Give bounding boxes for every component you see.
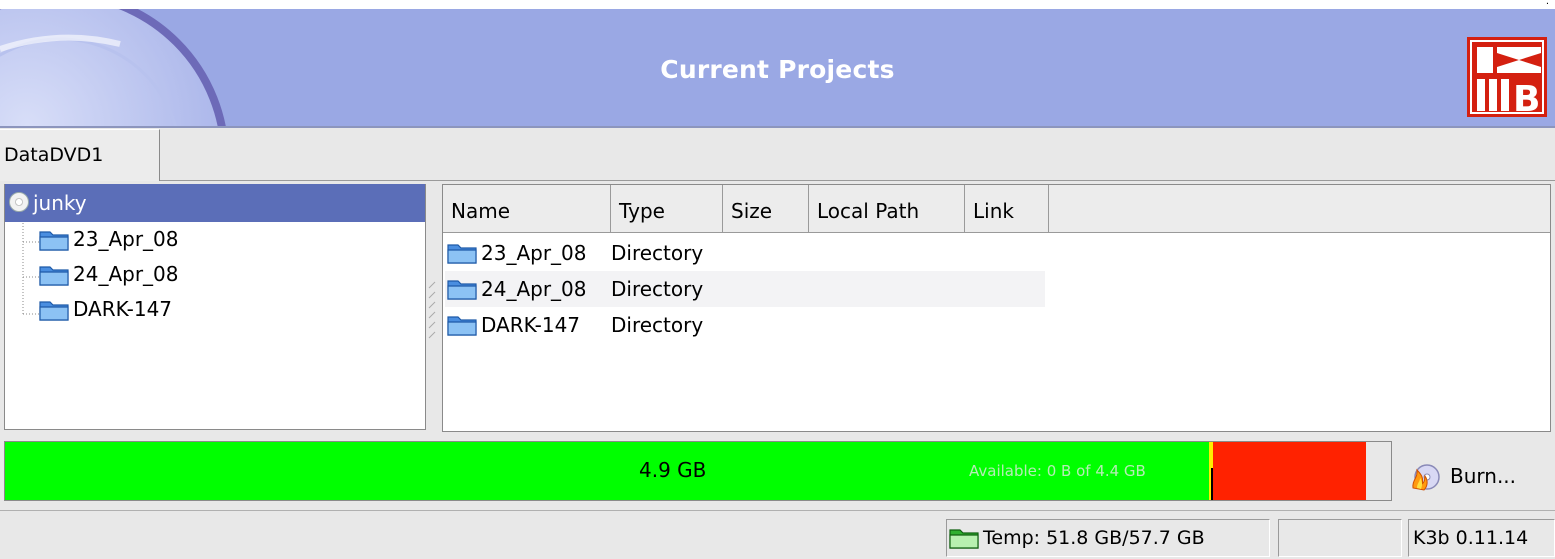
folder-icon xyxy=(447,280,477,300)
project-tree: junky 23_Apr_08 24_Apr_08 DARK-147 xyxy=(4,184,426,430)
list-item[interactable]: 24_Apr_08 Directory xyxy=(445,271,1045,307)
status-version: K3b 0.11.14 xyxy=(1408,519,1555,557)
splitter-handle[interactable] xyxy=(428,280,436,340)
status-temp-label: Temp: 51.8 GB/57.7 GB xyxy=(983,527,1205,549)
list-header: Name Type Size Local Path Link xyxy=(443,185,1550,233)
capacity-overflow-fill xyxy=(1208,442,1367,500)
capacity-tick xyxy=(1211,468,1213,500)
folder-icon xyxy=(447,244,477,264)
list-item-type: Directory xyxy=(611,277,704,301)
tree-item-label: junky xyxy=(33,191,87,215)
list-item-type: Directory xyxy=(611,313,704,337)
corner-marker: · xyxy=(1545,0,1549,10)
file-list: Name Type Size Local Path Link 23_Apr_08… xyxy=(442,184,1551,432)
top-strip: · xyxy=(0,0,1555,10)
tab-datadvd1[interactable]: DataDVD1 xyxy=(0,129,160,181)
column-header-local-path[interactable]: Local Path xyxy=(809,185,965,232)
tree-item-junky[interactable]: junky xyxy=(5,184,425,222)
list-item-name: DARK-147 xyxy=(481,313,581,337)
cd-icon xyxy=(9,192,29,212)
k3b-logo: B xyxy=(1467,37,1547,117)
tree-item-23-apr-08[interactable]: 23_Apr_08 xyxy=(5,222,425,257)
tree-item-24-apr-08[interactable]: 24_Apr_08 xyxy=(5,257,425,292)
project-tab-bar: DataDVD1 xyxy=(0,128,1555,181)
svg-text:B: B xyxy=(1513,79,1540,117)
projects-banner: Current Projects B xyxy=(0,9,1555,128)
status-temp: Temp: 51.8 GB/57.7 GB xyxy=(946,519,1270,557)
folder-icon xyxy=(39,301,69,321)
capacity-bar[interactable]: 4.9 GB Available: 0 B of 4.4 GB xyxy=(4,441,1392,501)
burn-button[interactable]: Burn... xyxy=(1410,458,1516,494)
burn-icon xyxy=(1412,464,1440,491)
capacity-used-label: 4.9 GB xyxy=(639,458,707,482)
status-bar: Temp: 51.8 GB/57.7 GB K3b 0.11.14 xyxy=(0,510,1555,559)
folder-icon xyxy=(447,316,477,336)
status-empty xyxy=(1278,519,1402,557)
column-header-name[interactable]: Name xyxy=(443,185,611,232)
burn-button-label: Burn... xyxy=(1450,464,1517,488)
folder-icon xyxy=(39,266,69,286)
list-item-type: Directory xyxy=(611,241,704,265)
folder-icon xyxy=(949,529,979,549)
column-header-size[interactable]: Size xyxy=(723,185,809,232)
tree-item-dark-147[interactable]: DARK-147 xyxy=(5,292,425,327)
page-title: Current Projects xyxy=(660,55,895,84)
column-header-link[interactable]: Link xyxy=(965,185,1049,232)
list-item-name: 24_Apr_08 xyxy=(481,277,587,301)
capacity-area: 4.9 GB Available: 0 B of 4.4 GB Burn... xyxy=(0,436,1555,506)
folder-icon xyxy=(39,231,69,251)
list-item-name: 23_Apr_08 xyxy=(481,241,587,265)
capacity-available-label: Available: 0 B of 4.4 GB xyxy=(969,462,1146,480)
column-header-type[interactable]: Type xyxy=(611,185,723,232)
